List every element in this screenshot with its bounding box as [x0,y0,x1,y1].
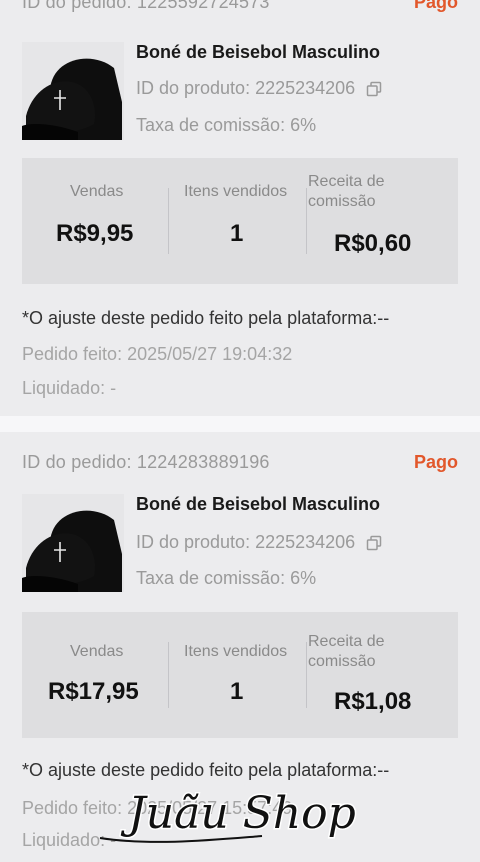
commission-value: R$1,08 [334,688,412,715]
sales-label: Vendas [70,643,124,660]
items-value: 1 [230,678,244,705]
commission-label: Receita de comissão [308,633,385,670]
sales-label: Vendas [70,183,124,200]
baseball-cap-icon [22,42,124,140]
commission-value: R$0,60 [334,230,412,257]
items-label: Itens vendidos [184,643,288,660]
stats-panel: Vendas R$9,95 Itens vendidos 1 Receita d… [22,158,458,284]
sales-value: R$17,95 [48,678,139,705]
divider [168,642,169,708]
product-thumbnail[interactable] [22,494,124,592]
copy-icon[interactable] [366,535,382,551]
divider [168,188,169,254]
divider [306,642,307,708]
items-value: 1 [230,220,244,247]
stats-panel: Vendas R$17,95 Itens vendidos 1 Receita … [22,612,458,738]
product-id: ID do produto: 2225234206 [136,78,382,99]
product-name: Boné de Beisebol Masculino Street [136,494,381,514]
product-thumbnail[interactable] [22,42,124,140]
watermark-logo: Juãu Shop [99,787,357,843]
commission-label: Receita de comissão [308,173,385,210]
product-id-text: ID do produto: 2225234206 [136,532,356,552]
items-label: Itens vendidos [184,183,288,200]
status-badge: Pago [413,0,458,12]
adjust-note: *O ajuste deste pedido feito pela plataf… [22,760,390,780]
status-badge: Pago [413,452,458,472]
baseball-cap-icon [22,494,124,592]
adjust-note: *O ajuste deste pedido feito pela plataf… [22,308,390,328]
commission-rate: Taxa de comissão: 6% [136,115,317,135]
order-id: ID do pedido: 1225592724573 [22,0,270,12]
commission-rate: Taxa de comissão: 6% [136,568,317,588]
order-separator [0,416,480,432]
sales-value: R$9,95 [56,220,134,247]
divider [306,188,307,254]
order-card[interactable]: ID do pedido: 1225592724573 Pago Boné de… [0,0,480,416]
order-date: Pedido feito: 2025/05/27 19:04:32 [22,344,293,364]
product-id-text: ID do produto: 2225234206 [136,78,356,98]
product-name: Boné de Beisebol Masculino Street [136,42,381,62]
product-id: ID do produto: 2225234206 [136,532,382,553]
settled-status: Liquidado: - [22,378,117,398]
order-id: ID do pedido: 1224283889196 [22,452,270,472]
svg-text:Juãu Shop: Juãu Shop [120,788,356,839]
copy-icon[interactable] [366,81,382,97]
